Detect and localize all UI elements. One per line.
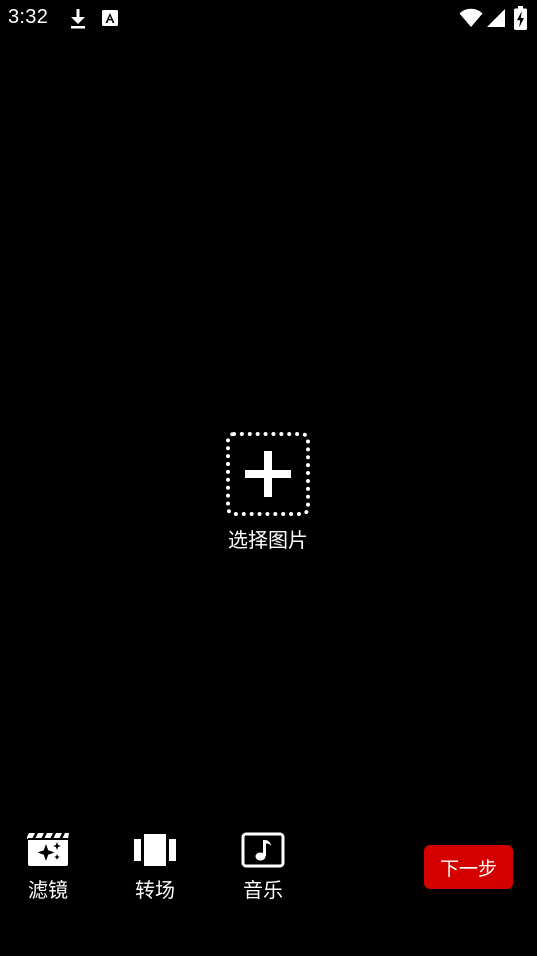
a-badge-icon — [102, 10, 118, 26]
next-step-button[interactable]: 下一步 — [424, 845, 513, 889]
music-label: 音乐 — [243, 878, 283, 902]
music-button[interactable]: 音乐 — [233, 832, 293, 903]
music-icon — [241, 832, 285, 868]
status-bar: 3:32 — [0, 0, 537, 38]
transition-label: 转场 — [135, 878, 175, 902]
transition-icon — [134, 834, 176, 866]
wifi-icon — [459, 8, 483, 27]
filter-label: 滤镜 — [28, 878, 68, 902]
filter-button[interactable]: 滤镜 — [18, 832, 78, 903]
filter-icon — [27, 833, 69, 866]
transition-button[interactable]: 转场 — [125, 832, 185, 903]
download-icon — [71, 9, 85, 29]
battery-charging-icon — [514, 6, 527, 30]
select-image-label: 选择图片 — [228, 528, 308, 552]
select-image-button[interactable]: 选择图片 — [218, 432, 318, 553]
status-time: 3:32 — [8, 6, 49, 28]
add-icon — [226, 432, 310, 516]
signal-icon — [487, 9, 505, 27]
